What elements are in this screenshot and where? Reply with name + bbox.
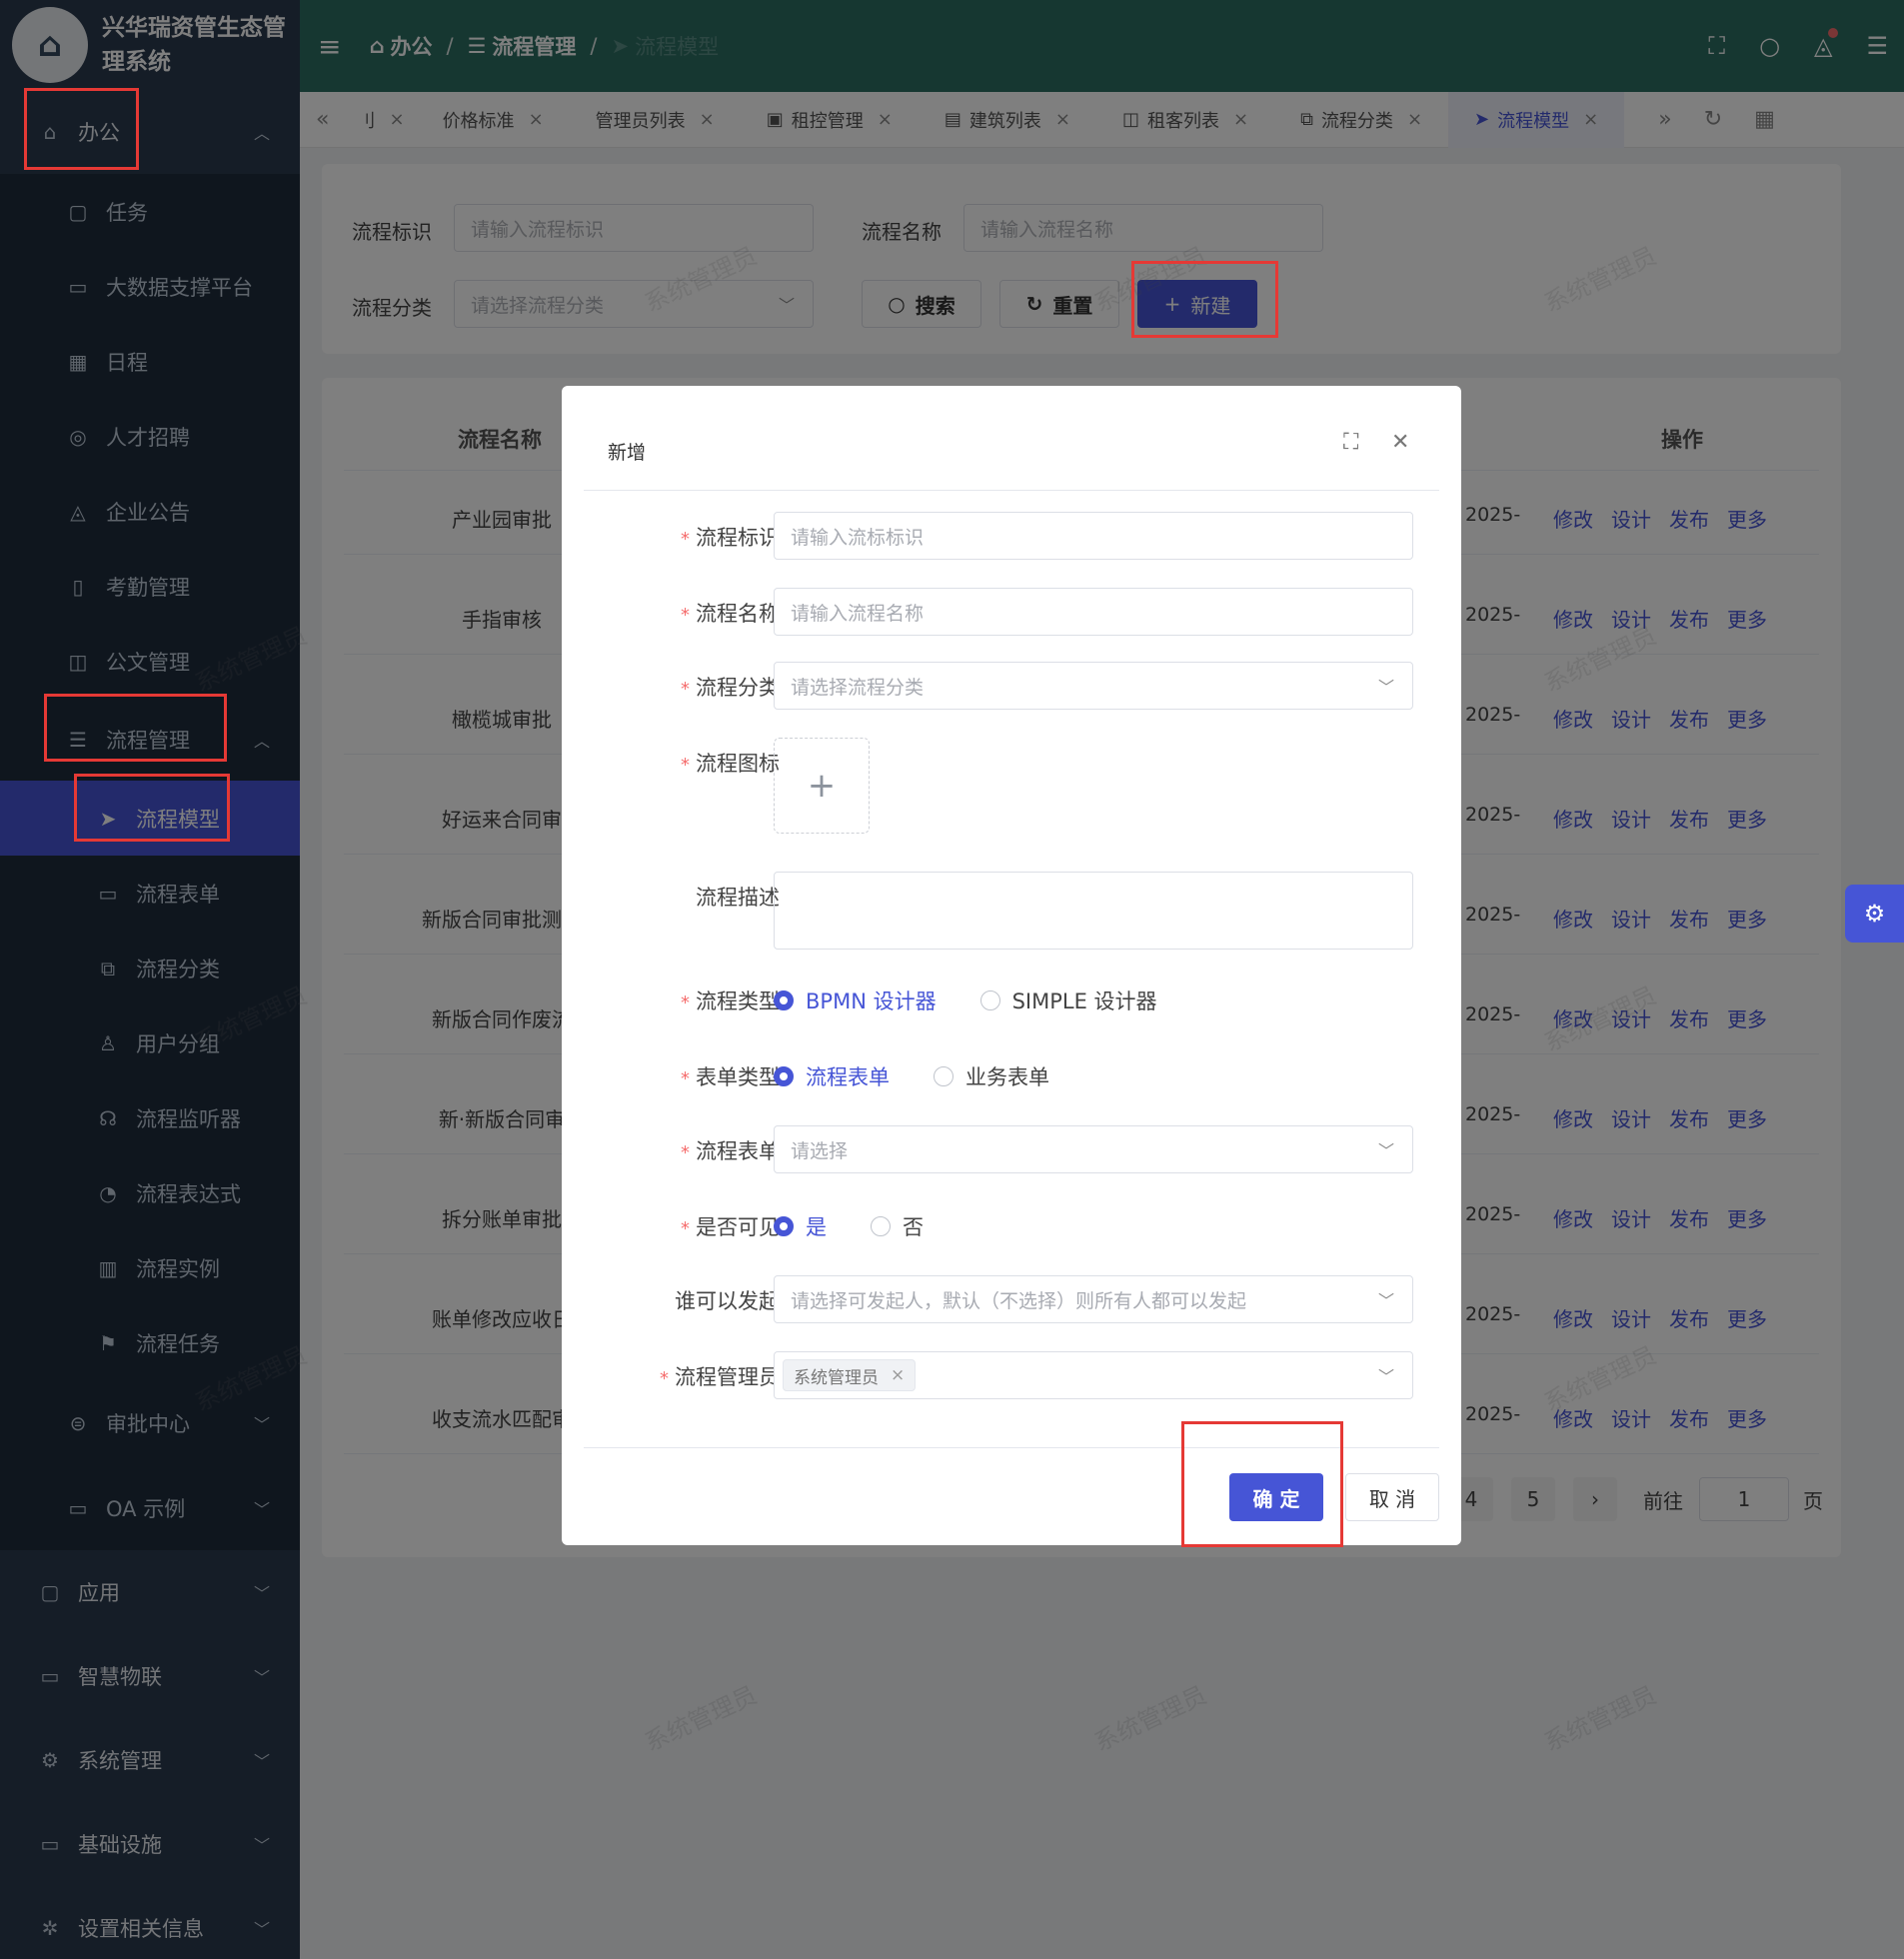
field-label-key: * 流程标识 [681, 522, 780, 552]
radio-label: SIMPLE 设计器 [1011, 989, 1157, 1013]
radio-label: 流程表单 [806, 1065, 890, 1089]
chevron-down-icon: ﹀ [1377, 678, 1394, 697]
chevron-down-icon: ﹀ [1377, 1141, 1394, 1160]
maximize-icon[interactable]: ⛶ [1343, 430, 1358, 455]
radio-label: 是 [806, 1215, 827, 1239]
process-form-select[interactable]: 请选择 ﹀ [774, 1125, 1413, 1173]
select-placeholder: 请选择 [791, 1139, 849, 1162]
plus-icon: + [807, 766, 837, 806]
label-text: 表单类型 [696, 1065, 780, 1089]
radio-label: BPMN 设计器 [806, 989, 937, 1013]
radio-circle [934, 1066, 953, 1086]
field-label-icon: * 流程图标 [681, 748, 780, 778]
close-icon[interactable]: ✕ [1391, 430, 1409, 455]
process-description-textarea[interactable] [774, 872, 1413, 950]
highlight-box-office [24, 88, 139, 170]
radio-circle [979, 990, 1000, 1010]
radio-process-form[interactable]: 流程表单 [774, 1061, 890, 1091]
process-category-select[interactable]: 请选择流程分类 ﹀ [774, 662, 1413, 710]
required-mark: * [681, 679, 690, 700]
required-mark: * [681, 529, 690, 550]
form-type-radio-group: 流程表单 业务表单 [774, 1061, 1093, 1091]
radio-circle [774, 1216, 794, 1236]
label-text: 流程表单 [696, 1139, 780, 1163]
radio-visible-no[interactable]: 否 [871, 1211, 924, 1241]
visible-radio-group: 是 否 [774, 1211, 967, 1241]
starter-select[interactable]: 请选择可发起人，默认（不选择）则所有人都可以发起 ﹀ [774, 1275, 1413, 1323]
settings-gear-icon[interactable]: ⚙ [1845, 885, 1904, 943]
field-label-starter: 谁可以发起 [675, 1289, 780, 1313]
radio-label: 业务表单 [965, 1065, 1049, 1089]
field-label-type: * 流程类型 [681, 985, 780, 1015]
field-label-visible: * 是否可见 [681, 1211, 780, 1241]
process-name-input[interactable]: 请输入流程名称 [774, 588, 1413, 636]
radio-circle [871, 1216, 891, 1236]
chip-label: 系统管理员 [794, 1367, 879, 1388]
label-text: 流程分类 [696, 676, 780, 700]
dialog-header-divider [584, 490, 1439, 491]
field-label-form-type: * 表单类型 [681, 1061, 780, 1091]
dialog-title: 新增 [608, 442, 647, 464]
process-key-input[interactable]: 请输入流标标识 [774, 512, 1413, 560]
radio-bpmn[interactable]: BPMN 设计器 [774, 985, 937, 1015]
highlight-box-process-management [44, 694, 227, 762]
label-text: 流程图标 [696, 752, 780, 776]
radio-visible-yes[interactable]: 是 [774, 1211, 827, 1241]
process-type-radio-group: BPMN 设计器 SIMPLE 设计器 [774, 985, 1201, 1015]
highlight-box-process-model [74, 774, 230, 842]
required-mark: * [681, 1068, 690, 1089]
required-mark: * [681, 1142, 690, 1163]
radio-circle [774, 1066, 794, 1086]
highlight-box-new-button [1131, 261, 1278, 338]
chevron-down-icon: ﹀ [1377, 1291, 1394, 1310]
radio-simple[interactable]: SIMPLE 设计器 [979, 985, 1157, 1015]
icon-uploader[interactable]: + [774, 738, 870, 834]
label-text: 是否可见 [696, 1215, 780, 1239]
manager-chip: 系统管理员 × [783, 1359, 917, 1391]
field-label-manager: * 流程管理员 [660, 1361, 780, 1391]
label-text: 流程名称 [696, 602, 780, 626]
highlight-box-confirm-button [1181, 1421, 1343, 1547]
radio-business-form[interactable]: 业务表单 [934, 1061, 1049, 1091]
required-mark: * [681, 605, 690, 626]
label-text: 流程标识 [696, 526, 780, 550]
radio-label: 否 [903, 1215, 924, 1239]
label-text: 流程类型 [696, 989, 780, 1013]
cancel-button[interactable]: 取 消 [1345, 1473, 1439, 1521]
required-mark: * [681, 992, 690, 1013]
select-placeholder: 请选择流程分类 [791, 676, 925, 699]
select-placeholder: 请选择可发起人，默认（不选择）则所有人都可以发起 [791, 1289, 1247, 1312]
label-text: 流程管理员 [675, 1365, 780, 1389]
manager-select[interactable]: 系统管理员 × ﹀ [774, 1351, 1413, 1399]
new-process-dialog: 新增 ⛶ ✕ * 流程标识 请输入流标标识 * 流程名称 请输入流程名称 * 流程分类… [562, 386, 1461, 1545]
required-mark: * [681, 755, 690, 776]
chip-close-icon[interactable]: × [891, 1365, 905, 1385]
field-label-desc: 流程描述 [696, 886, 780, 910]
field-label-name: * 流程名称 [681, 598, 780, 628]
required-mark: * [681, 1218, 690, 1239]
radio-circle [774, 990, 794, 1010]
field-label-category: * 流程分类 [681, 672, 780, 702]
field-label-form: * 流程表单 [681, 1135, 780, 1165]
chevron-down-icon: ﹀ [1377, 1367, 1394, 1386]
required-mark: * [660, 1368, 669, 1389]
